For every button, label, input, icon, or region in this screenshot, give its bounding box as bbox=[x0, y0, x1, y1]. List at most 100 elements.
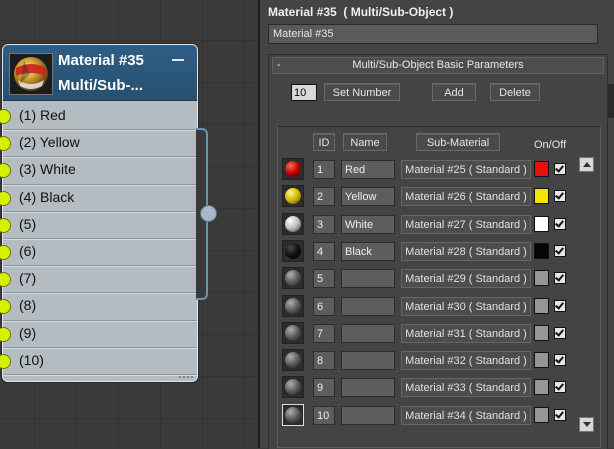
on-off-checkbox[interactable] bbox=[554, 190, 566, 203]
input-socket[interactable] bbox=[0, 272, 11, 288]
color-swatch[interactable] bbox=[534, 188, 549, 205]
on-off-checkbox[interactable] bbox=[554, 326, 566, 339]
sub-material-button[interactable]: Material #33 ( Standard ) bbox=[401, 378, 531, 398]
node-slot[interactable]: (10) bbox=[0, 348, 197, 375]
output-socket[interactable] bbox=[200, 205, 217, 222]
color-swatch[interactable] bbox=[534, 161, 549, 177]
sort-by-submaterial-button[interactable]: Sub-Material bbox=[416, 133, 500, 151]
on-off-checkbox[interactable] bbox=[554, 163, 566, 175]
material-sample-icon[interactable] bbox=[282, 294, 304, 317]
color-swatch[interactable] bbox=[534, 297, 549, 314]
name-field[interactable] bbox=[341, 378, 395, 398]
slot-label: (3) White bbox=[19, 161, 76, 178]
id-field[interactable]: 9 bbox=[313, 378, 335, 398]
material-sample-icon[interactable] bbox=[282, 267, 304, 290]
material-sample-icon[interactable] bbox=[282, 185, 304, 208]
input-socket[interactable] bbox=[0, 136, 11, 152]
set-number-button[interactable]: Set Number bbox=[324, 83, 400, 101]
material-sample-icon[interactable] bbox=[282, 403, 304, 426]
material-sample-icon[interactable] bbox=[282, 239, 304, 262]
delete-button[interactable]: Delete bbox=[490, 83, 540, 101]
rollout-collapse-toggle[interactable]: - bbox=[277, 58, 281, 73]
color-swatch[interactable] bbox=[534, 215, 549, 232]
scroll-down-icon[interactable] bbox=[579, 417, 594, 432]
rollout-header[interactable]: - Multi/Sub-Object Basic Parameters bbox=[272, 57, 604, 74]
node-slot[interactable]: (2) Yellow bbox=[0, 130, 197, 158]
sub-material-button[interactable]: Material #26 ( Standard ) bbox=[401, 187, 531, 207]
sub-material-row: 10 Material #34 ( Standard ) bbox=[278, 403, 600, 428]
material-sample-icon[interactable] bbox=[282, 158, 304, 180]
sub-material-button[interactable]: Material #30 ( Standard ) bbox=[401, 296, 531, 316]
on-off-checkbox[interactable] bbox=[554, 272, 566, 285]
material-name-field[interactable]: Material #35 bbox=[268, 24, 598, 44]
id-field[interactable]: 2 bbox=[313, 187, 335, 207]
name-field[interactable] bbox=[341, 351, 395, 371]
sub-material-button[interactable]: Material #28 ( Standard ) bbox=[401, 241, 531, 261]
node-header[interactable]: Material #35 Multi/Sub-... bbox=[3, 45, 197, 101]
name-field[interactable] bbox=[341, 269, 395, 289]
node-slot[interactable]: (4) Black bbox=[0, 185, 197, 212]
input-socket[interactable] bbox=[0, 299, 11, 315]
input-socket[interactable] bbox=[0, 109, 11, 124]
material-sample-icon[interactable] bbox=[282, 212, 304, 235]
name-field[interactable]: White bbox=[341, 214, 395, 234]
node-slot[interactable]: (9) bbox=[0, 321, 197, 348]
scroll-up-icon[interactable] bbox=[579, 157, 594, 172]
color-swatch[interactable] bbox=[534, 352, 549, 369]
material-sample-icon[interactable] bbox=[282, 321, 304, 344]
name-field[interactable]: Black bbox=[341, 241, 395, 261]
sub-material-button[interactable]: Material #27 ( Standard ) bbox=[401, 214, 531, 234]
node-slot[interactable]: (1) Red bbox=[0, 103, 197, 131]
resize-grip-icon[interactable] bbox=[179, 370, 193, 378]
color-swatch[interactable] bbox=[534, 379, 549, 396]
name-field[interactable] bbox=[341, 296, 395, 316]
id-field[interactable]: 6 bbox=[313, 296, 335, 316]
node-slot[interactable]: (6) bbox=[0, 239, 197, 267]
id-field[interactable]: 10 bbox=[313, 405, 335, 425]
input-socket[interactable] bbox=[0, 163, 11, 179]
id-field[interactable]: 1 bbox=[313, 160, 335, 179]
node-slot[interactable]: (3) White bbox=[0, 157, 197, 185]
id-field[interactable]: 8 bbox=[313, 351, 335, 371]
color-swatch[interactable] bbox=[534, 406, 549, 423]
node-slot[interactable]: (7) bbox=[0, 266, 197, 294]
input-socket[interactable] bbox=[0, 353, 11, 369]
sub-material-button[interactable]: Material #32 ( Standard ) bbox=[401, 351, 531, 371]
sub-material-button[interactable]: Material #29 ( Standard ) bbox=[401, 269, 531, 289]
on-off-checkbox[interactable] bbox=[554, 217, 566, 230]
input-socket[interactable] bbox=[0, 244, 11, 260]
name-field[interactable] bbox=[341, 323, 395, 343]
color-swatch[interactable] bbox=[534, 324, 549, 341]
sort-by-name-button[interactable]: Name bbox=[343, 133, 387, 151]
on-off-checkbox[interactable] bbox=[554, 354, 566, 367]
material-sample-icon[interactable] bbox=[282, 376, 304, 399]
color-swatch[interactable] bbox=[534, 242, 549, 259]
id-field[interactable]: 5 bbox=[313, 269, 335, 289]
sort-by-id-button[interactable]: ID bbox=[313, 133, 335, 151]
name-field[interactable]: Red bbox=[341, 160, 395, 179]
material-node[interactable]: Material #35 Multi/Sub-... (1) Red (2) Ye… bbox=[0, 44, 198, 382]
sub-material-button[interactable]: Material #31 ( Standard ) bbox=[401, 323, 531, 343]
panel-edge-scrollbar[interactable] bbox=[608, 84, 614, 118]
add-button[interactable]: Add bbox=[432, 83, 476, 101]
color-swatch[interactable] bbox=[534, 270, 549, 287]
node-slot[interactable]: (5) bbox=[0, 212, 197, 239]
set-number-input[interactable]: 10 bbox=[291, 84, 317, 101]
name-field[interactable] bbox=[341, 405, 395, 425]
collapse-icon[interactable] bbox=[171, 55, 185, 65]
sub-material-button[interactable]: Material #25 ( Standard ) bbox=[401, 160, 531, 179]
node-slot[interactable]: (8) bbox=[0, 293, 197, 321]
id-field[interactable]: 7 bbox=[313, 323, 335, 343]
on-off-checkbox[interactable] bbox=[554, 408, 566, 421]
input-socket[interactable] bbox=[0, 217, 11, 233]
on-off-checkbox[interactable] bbox=[554, 299, 566, 312]
on-off-checkbox[interactable] bbox=[554, 244, 566, 257]
input-socket[interactable] bbox=[0, 326, 11, 342]
name-field[interactable]: Yellow bbox=[341, 187, 395, 207]
material-sample-icon[interactable] bbox=[282, 349, 304, 372]
id-field[interactable]: 4 bbox=[313, 241, 335, 261]
on-off-checkbox[interactable] bbox=[554, 381, 566, 394]
id-field[interactable]: 3 bbox=[313, 214, 335, 234]
sub-material-button[interactable]: Material #34 ( Standard ) bbox=[401, 405, 531, 425]
input-socket[interactable] bbox=[0, 190, 11, 206]
